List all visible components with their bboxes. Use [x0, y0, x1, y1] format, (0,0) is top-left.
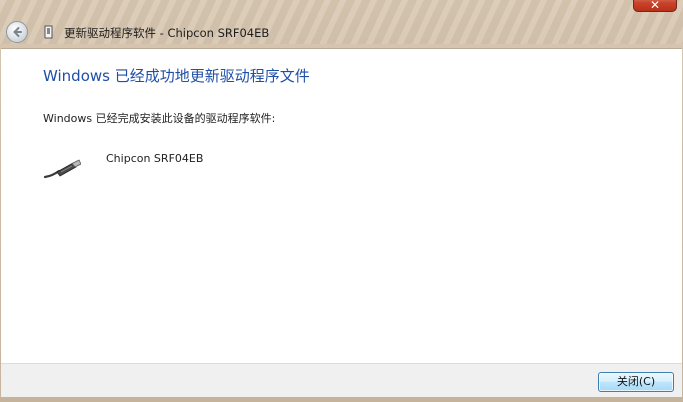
status-message: Windows 已经完成安装此设备的驱动程序软件:: [43, 112, 276, 125]
device-name: Chipcon SRF04EB: [106, 152, 204, 165]
window-bottom-edge: [0, 397, 683, 402]
window-title: 更新驱动程序软件 - Chipcon SRF04EB: [64, 26, 270, 40]
dialog-content: Windows 已经成功地更新驱动程序文件 Windows 已经完成安装此设备的…: [1, 48, 682, 364]
close-icon: ✕: [649, 0, 661, 12]
dialog-footer: 关闭(C): [1, 363, 682, 398]
title-bar: 更新驱动程序软件 - Chipcon SRF04EB: [0, 18, 683, 48]
close-button[interactable]: 关闭(C): [598, 372, 674, 392]
window-close-button[interactable]: ✕: [633, 0, 677, 12]
dialog-window: ✕ 更新驱动程序软件 - Chipcon SRF04EB Windows 已经成…: [0, 0, 683, 402]
back-button[interactable]: [6, 21, 28, 43]
usb-cable-icon: [43, 159, 81, 179]
page-title: Windows 已经成功地更新驱动程序文件: [43, 67, 310, 85]
device-icon-small: [44, 25, 53, 39]
back-arrow-icon: [13, 27, 22, 37]
